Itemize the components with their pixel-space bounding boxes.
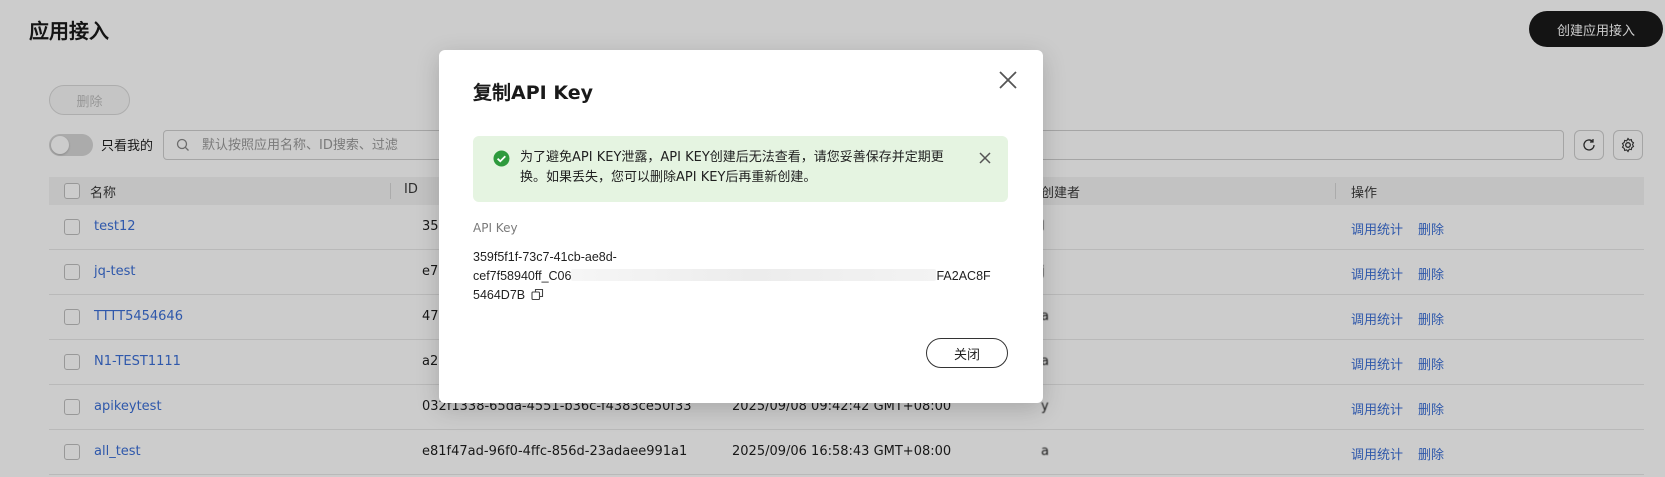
copy-icon[interactable]	[531, 288, 544, 301]
close-icon[interactable]	[996, 68, 1020, 92]
api-key-segment: 5464D7B	[473, 288, 526, 302]
api-key-value: 359f5f1f-73c7-41cb-ae8d- cef7f58940ff_C0…	[473, 248, 1008, 305]
api-key-label: API Key	[473, 221, 518, 235]
security-notice-alert: 为了避免API KEY泄露，API KEY创建后无法查看，请您妥善保存并定期更换…	[473, 136, 1008, 202]
api-key-line: cef7f58940ff_C06 FA2AC8F	[473, 267, 1008, 286]
api-key-redaction	[571, 269, 937, 281]
dialog-title: 复制API Key	[473, 82, 593, 104]
api-key-segment: FA2AC8F	[936, 269, 991, 283]
close-dialog-button[interactable]: 关闭	[926, 338, 1008, 368]
alert-close-icon[interactable]	[977, 150, 993, 166]
api-key-segment: cef7f58940ff_C06	[473, 269, 572, 283]
api-key-line: 359f5f1f-73c7-41cb-ae8d-	[473, 250, 617, 264]
api-key-line: 5464D7B	[473, 286, 1008, 305]
copy-api-key-dialog: 复制API Key 为了避免API KEY泄露，API KEY创建后无法查看，请…	[439, 50, 1043, 403]
alert-message: 为了避免API KEY泄露，API KEY创建后无法查看，请您妥善保存并定期更换…	[520, 150, 944, 185]
success-check-icon	[493, 150, 510, 167]
